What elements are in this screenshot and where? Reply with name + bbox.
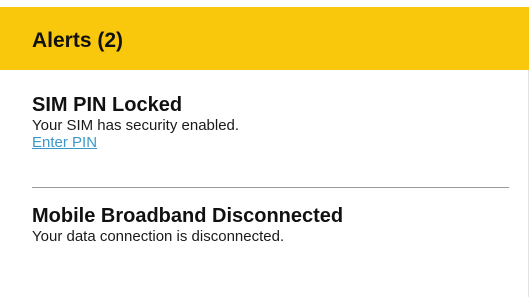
top-edge — [0, 0, 529, 7]
alerts-header: Alerts (2) — [0, 7, 529, 70]
alerts-header-title: Alerts (2) — [32, 29, 124, 52]
alert-divider — [32, 187, 509, 188]
alerts-panel: Alerts (2) SIM PIN Locked Your SIM has s… — [0, 0, 529, 297]
alert-message: Your SIM has security enabled. — [32, 117, 240, 134]
enter-pin-link[interactable]: Enter PIN — [32, 134, 97, 151]
alert-title: SIM PIN Locked — [32, 94, 183, 116]
alert-item-sim-pin-locked: SIM PIN Locked Your SIM has security ena… — [32, 94, 512, 152]
alert-item-mobile-broadband-disconnected: Mobile Broadband Disconnected Your data … — [32, 205, 512, 245]
alert-title: Mobile Broadband Disconnected — [32, 205, 344, 227]
alert-message: Your data connection is disconnected. — [32, 228, 285, 245]
